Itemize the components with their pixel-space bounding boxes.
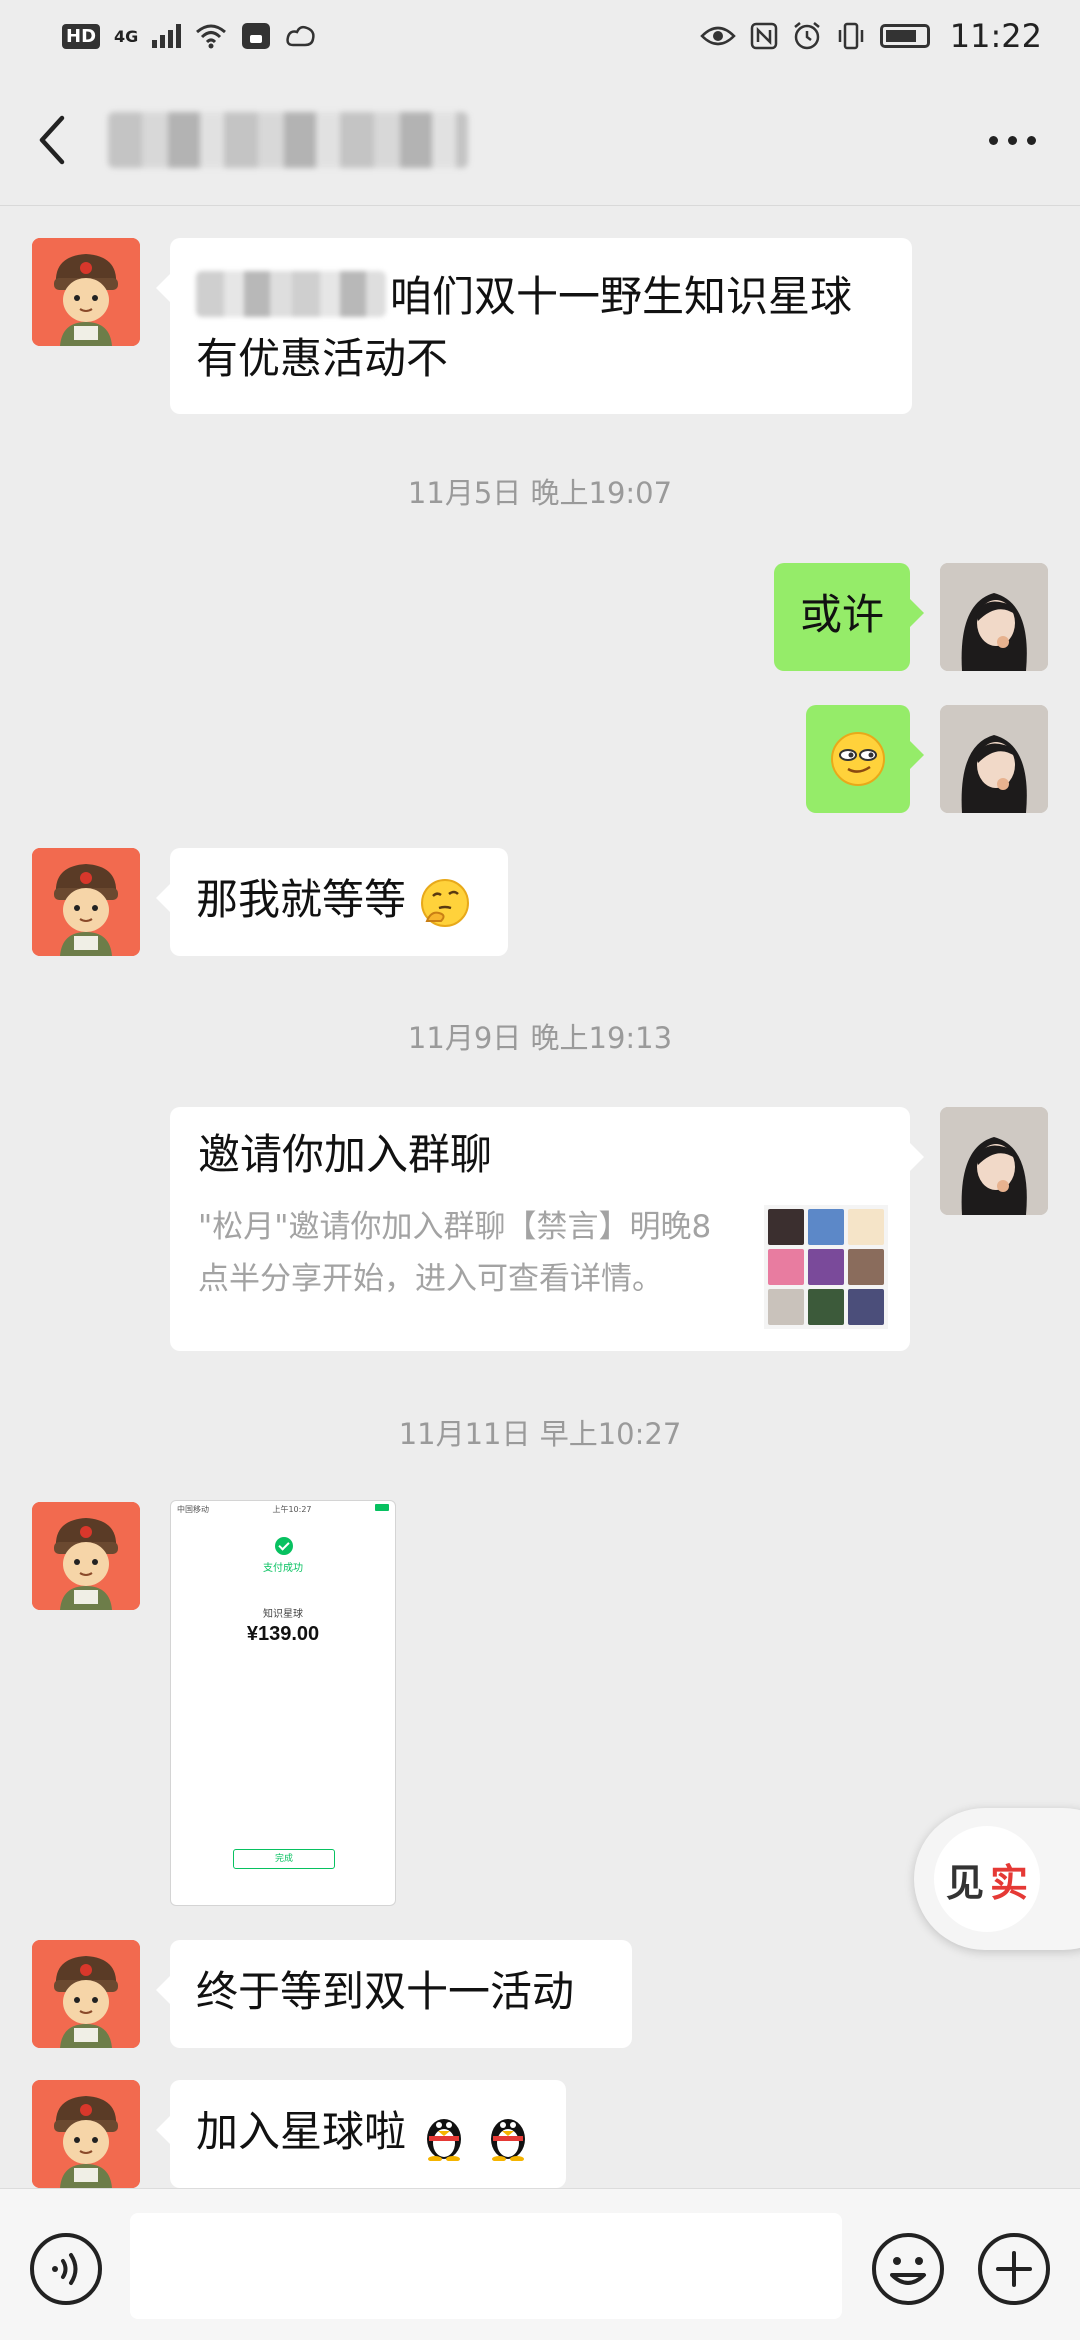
message-bubble[interactable]: 咱们双十一野生知识星球有优惠活动不 [156, 238, 912, 414]
wifi-icon [196, 24, 227, 49]
soldier-avatar-icon [32, 848, 140, 956]
message-bubble[interactable]: 加入星球啦 [156, 2080, 566, 2188]
smirk-emoji [831, 732, 885, 786]
emoji-icon [872, 2233, 944, 2305]
timestamp: 11月11日 早上10:27 [398, 1417, 682, 1451]
status-right: 11:22 [700, 17, 1042, 55]
plus-icon [978, 2233, 1050, 2305]
contact-avatar[interactable] [32, 2080, 140, 2188]
floating-label-1: 见 [945, 1860, 984, 1905]
more-button[interactable] [976, 128, 1036, 152]
nfc-icon [750, 22, 778, 50]
message-bubble[interactable]: 或许 [774, 563, 924, 671]
screenshot-battery-icon [375, 1504, 389, 1511]
contact-avatar[interactable] [32, 1940, 140, 2048]
floating-button-face: 见 实 [934, 1826, 1040, 1932]
message-text: 终于等到双十一活动 [196, 1967, 575, 2016]
input-bar [0, 2188, 1080, 2340]
invite-description: "松月"邀请你加入群聊【禁言】明晚8点半分享开始，进入可查看详情。 [198, 1209, 712, 1297]
screenshot-carrier: 中国移动 [177, 1505, 209, 1514]
penguin-emoji [427, 2118, 462, 2161]
alarm-icon [794, 22, 820, 50]
payment-amount: ¥139.00 [246, 1623, 320, 1645]
soldier-avatar-icon [32, 238, 140, 346]
soldier-avatar-icon [32, 1502, 140, 1610]
voice-icon [30, 2233, 102, 2305]
screenshot-time: 上午10:27 [272, 1505, 312, 1514]
more-icon [989, 135, 998, 145]
more-functions-button[interactable] [976, 2231, 1052, 2307]
back-button[interactable] [30, 110, 80, 170]
message-input[interactable] [130, 2213, 842, 2319]
message-bubble[interactable]: 终于等到双十一活动 [156, 1940, 632, 2048]
payment-done-button: 完成 [233, 1849, 335, 1869]
voice-button[interactable] [28, 2231, 104, 2307]
emoji-button[interactable] [870, 2231, 946, 2307]
group-avatar-grid [764, 1205, 888, 1329]
contact-avatar[interactable] [32, 848, 140, 956]
message-text: 那我就等等 [196, 875, 407, 924]
message-bubble[interactable]: 那我就等等 [156, 848, 508, 956]
hd-badge: HD [62, 23, 101, 49]
group-invite-card[interactable]: 邀请你加入群聊 "松月"邀请你加入群聊【禁言】明晚8点半分享开始，进入可查看详情… [170, 1107, 924, 1351]
eye-icon [700, 26, 736, 46]
message-text: 或许 [799, 590, 884, 639]
girl-avatar-icon [940, 705, 1048, 813]
status-bar: HD 4G 11:22 [0, 0, 1080, 72]
chevron-left-icon [39, 115, 65, 165]
soldier-avatar-icon [32, 2080, 140, 2188]
penguin-emoji [490, 2118, 525, 2161]
battery-icon [879, 24, 930, 48]
thinking-emoji [421, 878, 470, 927]
redacted-mention [196, 271, 386, 317]
status-time: 11:22 [949, 17, 1042, 55]
contact-avatar[interactable] [32, 1502, 140, 1610]
contact-avatar[interactable] [32, 238, 140, 346]
network-type: 4G [114, 26, 139, 46]
app-notification-icon [242, 23, 271, 49]
cloud-icon [286, 25, 315, 47]
my-avatar[interactable] [940, 705, 1048, 813]
floating-label-2: 实 [990, 1860, 1029, 1905]
chat-header [0, 72, 1080, 206]
my-avatar[interactable] [940, 1107, 1048, 1215]
timestamp: 11月5日 晚上19:07 [407, 476, 673, 510]
signal-icon [152, 24, 182, 48]
payment-status: 支付成功 [263, 1563, 303, 1574]
screenshot-status-bar: 中国移动 上午10:27 [171, 1501, 395, 1518]
girl-avatar-icon [940, 1107, 1048, 1215]
my-avatar[interactable] [940, 563, 1048, 671]
message-text: 加入星球啦 [196, 2107, 407, 2156]
success-check-icon [275, 1537, 293, 1555]
status-left: HD 4G [62, 22, 317, 50]
message-bubble[interactable] [806, 705, 924, 813]
girl-avatar-icon [940, 563, 1048, 671]
invite-title: 邀请你加入群聊 [198, 1130, 493, 1179]
payment-screenshot-image[interactable]: 中国移动 上午10:27 支付成功 知识星球 ¥139.00 完成 [170, 1500, 396, 1906]
timestamp: 11月9日 晚上19:13 [407, 1021, 673, 1055]
soldier-avatar-icon [32, 1940, 140, 2048]
vibrate-icon [838, 22, 864, 50]
floating-assistant-button[interactable]: 见 实 [914, 1808, 1080, 1950]
payment-item: 知识星球 [263, 1609, 303, 1620]
chat-title-redacted [108, 112, 468, 168]
